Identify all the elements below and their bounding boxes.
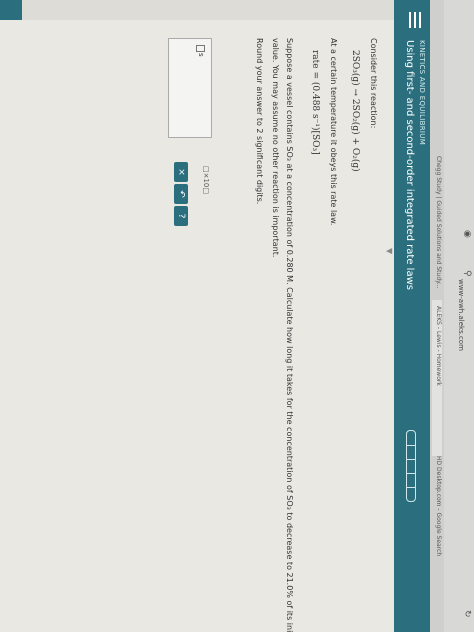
undo-button[interactable]: ↶ <box>174 184 188 204</box>
question-body-3: Round your answer to 2 significant digit… <box>255 38 264 205</box>
rate-law-intro: At a certain temperature it obeys this r… <box>329 38 338 226</box>
clear-button[interactable]: × <box>174 162 188 182</box>
tab-chegg[interactable]: Chegg Study | Guided Solutions and Study… <box>432 150 442 306</box>
browser-tabs: Chegg Study | Guided Solutions and Study… <box>429 0 444 632</box>
question-body-1: Suppose a vessel contains SO₃ at a conce… <box>285 38 294 632</box>
tab-google[interactable]: HD Desktop.com - Google Search <box>432 450 442 606</box>
topic-banner: KINETICS AND EQUILIBRIUM Using first- an… <box>394 0 430 632</box>
browser-toolbar: ◉ ⚲ ↻ www-awh.aleks.com <box>443 0 474 632</box>
address-bar[interactable]: www-awh.aleks.com <box>453 240 465 390</box>
answer-tools: □×10□ × ↶ ? <box>166 160 216 226</box>
side-button[interactable] <box>0 0 22 20</box>
question-body-2: value. You may assume no other reaction … <box>271 38 280 258</box>
stage: ◉ ⚲ ↻ www-awh.aleks.com Chegg Study | Gu… <box>0 0 474 632</box>
page-title: Using first- and second-order integrated… <box>404 40 415 290</box>
reload-icon[interactable]: ↻ <box>462 610 472 618</box>
reader-icon[interactable]: ◉ <box>462 230 472 238</box>
input-cursor <box>196 45 205 52</box>
question-intro: Consider this reaction: <box>369 38 378 129</box>
reaction-equation: 2SO₃(g) → 2SO₂(g) + O₂(g) <box>350 50 360 172</box>
side-strip <box>0 0 394 20</box>
answer-input[interactable]: s <box>168 38 212 138</box>
chevron-down-icon[interactable]: ▼ <box>385 248 394 254</box>
topic-label: KINETICS AND EQUILIBRIUM <box>418 40 426 146</box>
help-button[interactable]: ? <box>174 206 188 226</box>
rate-law: rate = (0.488 s⁻¹)[SO₃] <box>310 50 320 155</box>
sci-notation-button[interactable]: □×10□ <box>202 166 210 194</box>
unit-label: s <box>197 53 205 57</box>
progress-bar <box>406 430 416 502</box>
aleks-page: ◉ ⚲ ↻ www-awh.aleks.com Chegg Study | Gu… <box>0 0 474 632</box>
tab-aleks[interactable]: ALEKS - Lewis - Homework <box>432 300 442 456</box>
menu-icon[interactable] <box>407 12 421 28</box>
